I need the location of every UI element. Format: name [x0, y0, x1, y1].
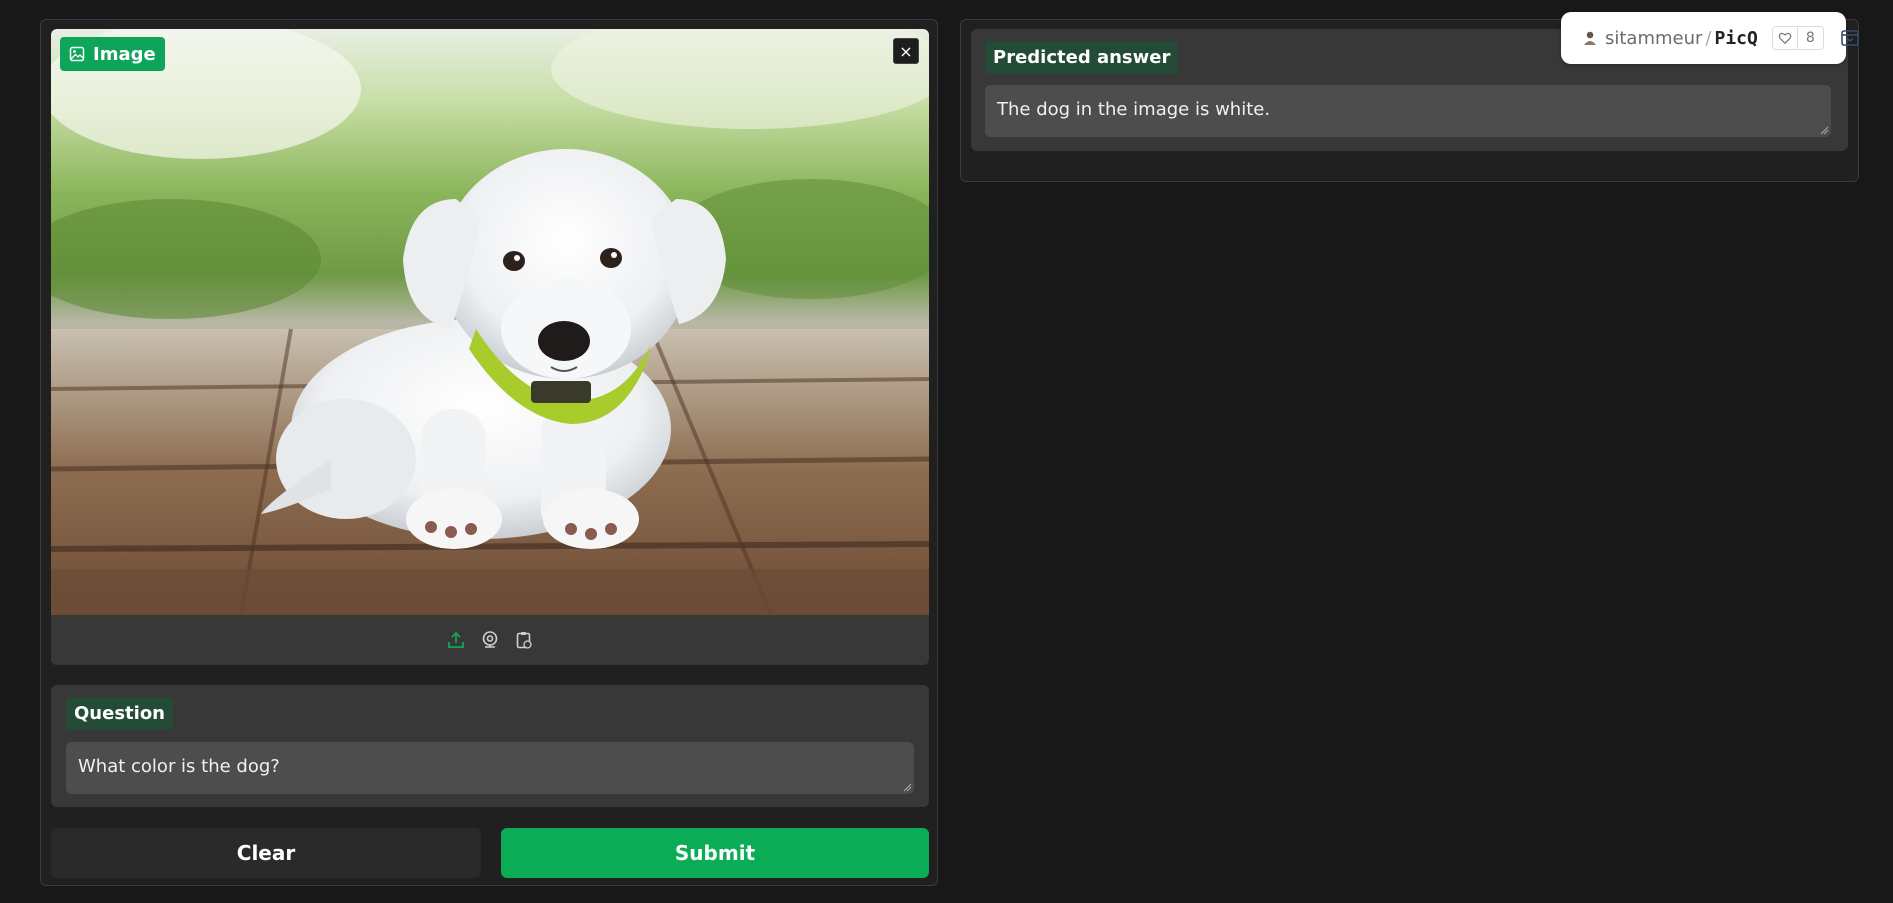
resize-grip-icon[interactable]	[1819, 125, 1829, 135]
resize-grip-icon[interactable]	[902, 782, 912, 792]
answer-output[interactable]: The dog in the image is white.	[985, 85, 1831, 137]
upload-icon[interactable]	[446, 630, 466, 650]
space-header: sitammeur / PicQ 8	[1561, 12, 1859, 64]
image-input[interactable]: Image ×	[51, 29, 929, 665]
question-value: What color is the dog?	[78, 756, 280, 777]
image-label-text: Image	[93, 43, 156, 65]
space-repo-link[interactable]: PicQ	[1715, 28, 1758, 49]
image-source-toolbar	[51, 615, 929, 665]
input-panel: Image × Question What color is the dog? …	[40, 19, 938, 886]
answer-value: The dog in the image is white.	[997, 99, 1271, 120]
path-separator: /	[1705, 27, 1712, 49]
like-button[interactable]: 8	[1771, 26, 1824, 50]
image-label-chip: Image	[60, 37, 165, 71]
clipboard-icon[interactable]	[514, 630, 534, 650]
like-count: 8	[1805, 30, 1815, 46]
image-icon	[69, 46, 85, 62]
close-icon: ×	[899, 41, 913, 61]
submit-button[interactable]: Submit	[501, 828, 929, 878]
answer-label: Predicted answer	[985, 41, 1179, 74]
dog-photo	[51, 29, 929, 615]
collapse-header-button[interactable]	[1840, 28, 1860, 48]
clear-image-button[interactable]: ×	[893, 38, 919, 64]
question-textbox: Question What color is the dog?	[51, 685, 929, 807]
space-owner-link[interactable]: sitammeur	[1605, 28, 1702, 49]
question-input[interactable]: What color is the dog?	[66, 742, 914, 794]
question-label: Question	[66, 697, 173, 730]
webcam-icon[interactable]	[480, 630, 500, 650]
collapse-icon	[1840, 28, 1860, 48]
clear-button[interactable]: Clear	[51, 828, 481, 878]
owner-avatar-icon	[1582, 30, 1598, 46]
heart-icon	[1773, 27, 1798, 49]
